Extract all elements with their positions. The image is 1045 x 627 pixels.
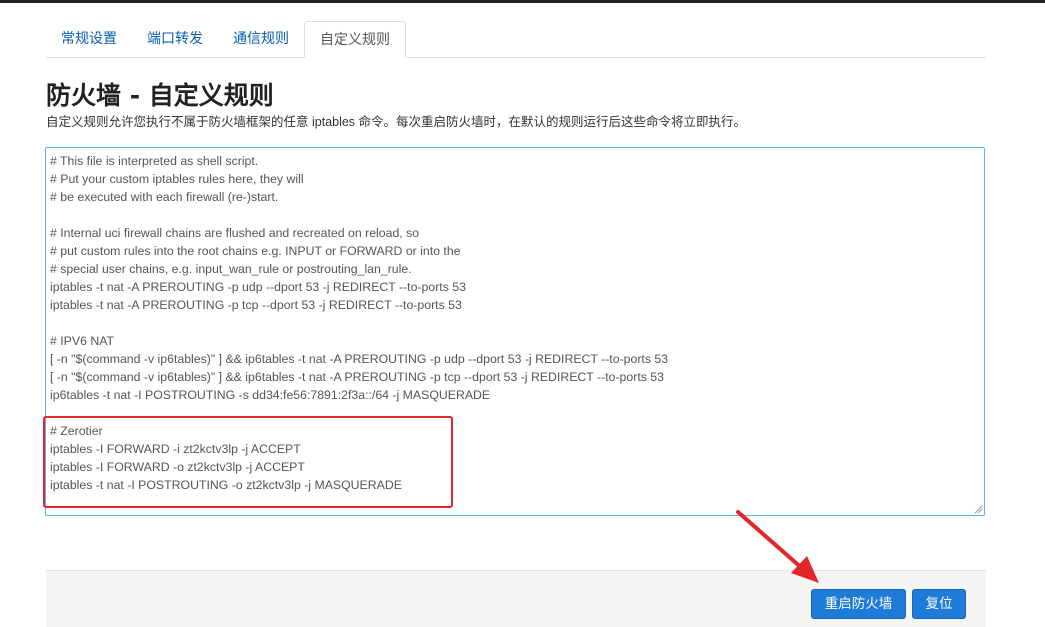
page-description: 自定义规则允许您执行不属于防火墙框架的任意 iptables 命令。每次重启防火… bbox=[46, 115, 747, 129]
custom-rules-content[interactable]: # This file is interpreted as shell scri… bbox=[46, 148, 984, 494]
tab-general-settings[interactable]: 常规设置 bbox=[46, 21, 132, 57]
tab-bar: 常规设置 端口转发 通信规则 自定义规则 bbox=[46, 21, 986, 58]
tab-port-forwarding[interactable]: 端口转发 bbox=[132, 21, 218, 57]
resize-handle-icon[interactable] bbox=[973, 504, 983, 514]
top-border bbox=[0, 0, 1045, 3]
action-bar: 重启防火墙 复位 bbox=[46, 570, 986, 627]
restart-firewall-button[interactable]: 重启防火墙 bbox=[811, 589, 906, 619]
tab-custom-rules[interactable]: 自定义规则 bbox=[304, 21, 406, 58]
reset-button[interactable]: 复位 bbox=[912, 589, 966, 619]
custom-rules-textarea[interactable]: # This file is interpreted as shell scri… bbox=[45, 147, 985, 516]
tab-traffic-rules[interactable]: 通信规则 bbox=[218, 21, 304, 57]
page-title: 防火墙 - 自定义规则 bbox=[46, 81, 274, 110]
